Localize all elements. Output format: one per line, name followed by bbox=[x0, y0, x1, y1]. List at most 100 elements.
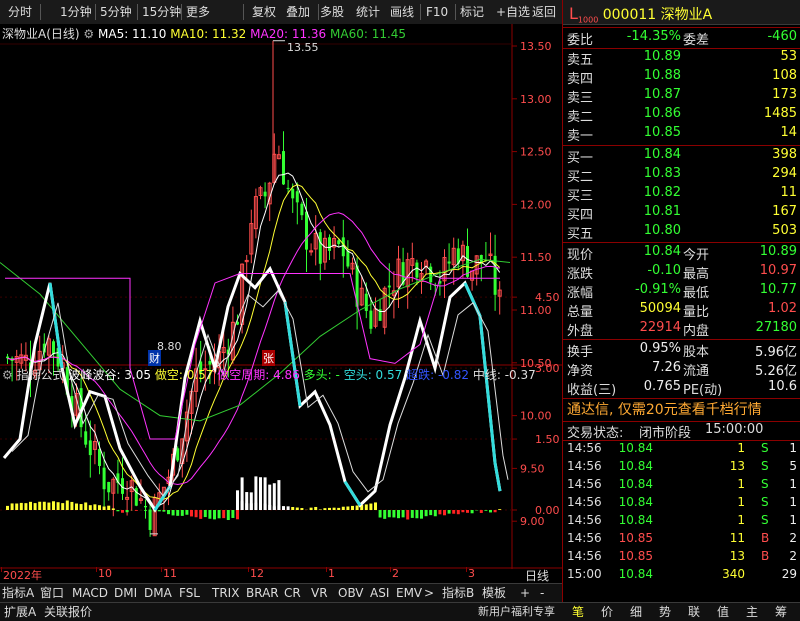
rise-marker[interactable]: 张 bbox=[262, 350, 275, 366]
indicator-tab-1[interactable]: 窗口 bbox=[40, 584, 64, 602]
indicator-bar bbox=[333, 508, 336, 510]
period-label[interactable]: 日线 bbox=[525, 567, 549, 584]
ma20-label: MA20: 11.36 bbox=[250, 27, 326, 41]
toolbar-item-4[interactable]: 更多 bbox=[186, 3, 210, 21]
indicator-tab-5[interactable]: FSL bbox=[179, 584, 200, 602]
kongtou-label: 空头: 0.57 bbox=[344, 368, 403, 382]
toolbar-item-0[interactable]: 分时 bbox=[8, 3, 32, 21]
finance-marker[interactable]: 财 bbox=[148, 350, 161, 366]
indicator-tab-17[interactable]: + bbox=[520, 584, 530, 602]
indicator-tab-16[interactable]: 板 bbox=[494, 584, 506, 602]
date-tick-2: 11 bbox=[163, 567, 177, 580]
indicator-bar bbox=[300, 508, 303, 510]
settings-icon[interactable]: ⚙ bbox=[83, 27, 94, 41]
indicator-tab-6[interactable]: TRIX bbox=[212, 584, 239, 602]
zkzq-label: 做空周期: 4.86 bbox=[217, 368, 300, 382]
tick-price-6: 10.85 bbox=[619, 549, 653, 563]
indicator-bar bbox=[461, 510, 464, 512]
indicator-tab-14[interactable]: 指标B bbox=[442, 584, 474, 602]
toolbar-item-8[interactable]: 统计 bbox=[356, 3, 380, 21]
candle bbox=[153, 494, 156, 536]
quote-tab-1[interactable]: 价 bbox=[601, 603, 613, 621]
indicator-tab-3[interactable]: DMI bbox=[114, 584, 137, 602]
indicator-tab-18[interactable]: - bbox=[540, 584, 544, 602]
toolbar-item-13[interactable]: 返回 bbox=[532, 3, 556, 21]
price-axis-label: 13.00 bbox=[520, 93, 552, 106]
indicator-bar bbox=[116, 510, 119, 511]
stat-label-2-b: 最低 bbox=[683, 282, 709, 301]
indicator-tab-4[interactable]: DMA bbox=[144, 584, 172, 602]
toolbar-item-6[interactable]: 叠加 bbox=[286, 3, 310, 21]
stat2-value-2-b: 10.6 bbox=[768, 379, 797, 394]
tick-time-1: 14:56 bbox=[567, 459, 602, 473]
indicator-bar bbox=[342, 507, 345, 510]
indicator-bar bbox=[379, 510, 382, 518]
indicator-tab-7[interactable]: BRAR bbox=[246, 584, 279, 602]
toolbar-item-1[interactable]: 1分钟 bbox=[60, 3, 92, 21]
toolbar-item-3[interactable]: 15分钟 bbox=[142, 3, 181, 21]
toolbar-item-9[interactable]: 画线 bbox=[390, 3, 414, 21]
indicator-bar bbox=[107, 506, 110, 510]
stat2-label-2-b: PE(动) bbox=[683, 379, 722, 398]
indicator-bar bbox=[277, 480, 280, 510]
indicator-bar bbox=[287, 506, 290, 510]
indicator-bar bbox=[70, 502, 73, 510]
ind-axis-label: 1.50 bbox=[535, 433, 560, 446]
toolbar-item-11[interactable]: 标记 bbox=[460, 3, 484, 21]
toolbar-item-2[interactable]: 5分钟 bbox=[100, 3, 132, 21]
indicator-tab-0[interactable]: 指标A bbox=[2, 584, 34, 602]
stock-header: L1000 000011 深物业A bbox=[569, 4, 712, 23]
quote-tab-2[interactable]: 细 bbox=[630, 603, 642, 621]
date-tick-mark bbox=[1, 567, 2, 572]
bottom-related-quote[interactable]: 关联报价 bbox=[44, 603, 92, 621]
indicator-title: ⚙ 指标公式 波峰波谷: 3.05 做空: 0.57 做空周期: 4.86 多头… bbox=[2, 366, 536, 383]
stat2-value-1-a: 7.26 bbox=[652, 360, 681, 375]
tick-count-0: 1 bbox=[789, 441, 797, 455]
tick-side-0: S bbox=[761, 441, 769, 455]
indicator-tab-2[interactable]: MACD bbox=[72, 584, 108, 602]
indicator-tab-15[interactable]: 模 bbox=[482, 584, 494, 602]
indicator-tab-12[interactable]: EMV bbox=[396, 584, 422, 602]
stock-name: 深物业A bbox=[661, 7, 713, 23]
kline-chart-area[interactable]: 13.5013.0012.5012.0011.5011.0010.5010.00… bbox=[0, 24, 562, 569]
buy-vol-5: 503 bbox=[772, 223, 797, 238]
indicator-tab-11[interactable]: ASI bbox=[370, 584, 389, 602]
indicator-bar bbox=[57, 502, 60, 510]
code-sub: 1000 bbox=[578, 16, 598, 25]
indicator-bar bbox=[75, 504, 78, 510]
quote-tab-7[interactable]: 筹 bbox=[775, 603, 787, 621]
indicator-bar bbox=[337, 508, 340, 510]
indicator-tab-10[interactable]: OBV bbox=[338, 584, 364, 602]
indicator-bar bbox=[273, 483, 276, 510]
promo-banner[interactable]: 通达信, 仅需20元查看千档行情 bbox=[567, 401, 762, 420]
quote-tab-0[interactable]: 笔 bbox=[572, 603, 584, 621]
quote-tab-4[interactable]: 联 bbox=[688, 603, 700, 621]
toolbar-item-12[interactable]: +自选 bbox=[496, 3, 530, 21]
date-tick-mark bbox=[96, 567, 97, 572]
quote-tab-5[interactable]: 值 bbox=[717, 603, 729, 621]
tick-vol-3: 1 bbox=[737, 495, 745, 509]
indicator-formula-label[interactable]: 指标公式 bbox=[17, 368, 65, 382]
indicator-bar bbox=[365, 504, 368, 510]
indicator-bar bbox=[443, 510, 446, 515]
toolbar-separator bbox=[40, 4, 41, 20]
indicator-settings-icon[interactable]: ⚙ bbox=[2, 368, 13, 382]
indicator-tab-9[interactable]: VR bbox=[311, 584, 328, 602]
toolbar-item-10[interactable]: F10 bbox=[426, 3, 448, 21]
indicator-bar bbox=[489, 510, 492, 512]
quote-tab-3[interactable]: 势 bbox=[659, 603, 671, 621]
tick-time-5: 14:56 bbox=[567, 531, 602, 545]
bottom-ext-a[interactable]: 扩展A bbox=[4, 603, 36, 621]
bottom-promo[interactable]: 新用户福利专享 bbox=[478, 603, 555, 621]
indicator-bar bbox=[38, 502, 41, 510]
indicator-tab-13[interactable]: > bbox=[424, 584, 434, 602]
indicator-bar bbox=[204, 510, 207, 517]
indicator-tab-8[interactable]: CR bbox=[284, 584, 301, 602]
stock-name-label: 深物业A(日线) bbox=[2, 27, 80, 41]
indicator-bar bbox=[158, 510, 161, 511]
tick-vol-2: 1 bbox=[737, 477, 745, 491]
stat-label-4-b: 内盘 bbox=[683, 320, 709, 339]
toolbar-item-5[interactable]: 复权 bbox=[252, 3, 276, 21]
quote-tab-6[interactable]: 主 bbox=[746, 603, 758, 621]
toolbar-item-7[interactable]: 多股 bbox=[320, 3, 344, 21]
